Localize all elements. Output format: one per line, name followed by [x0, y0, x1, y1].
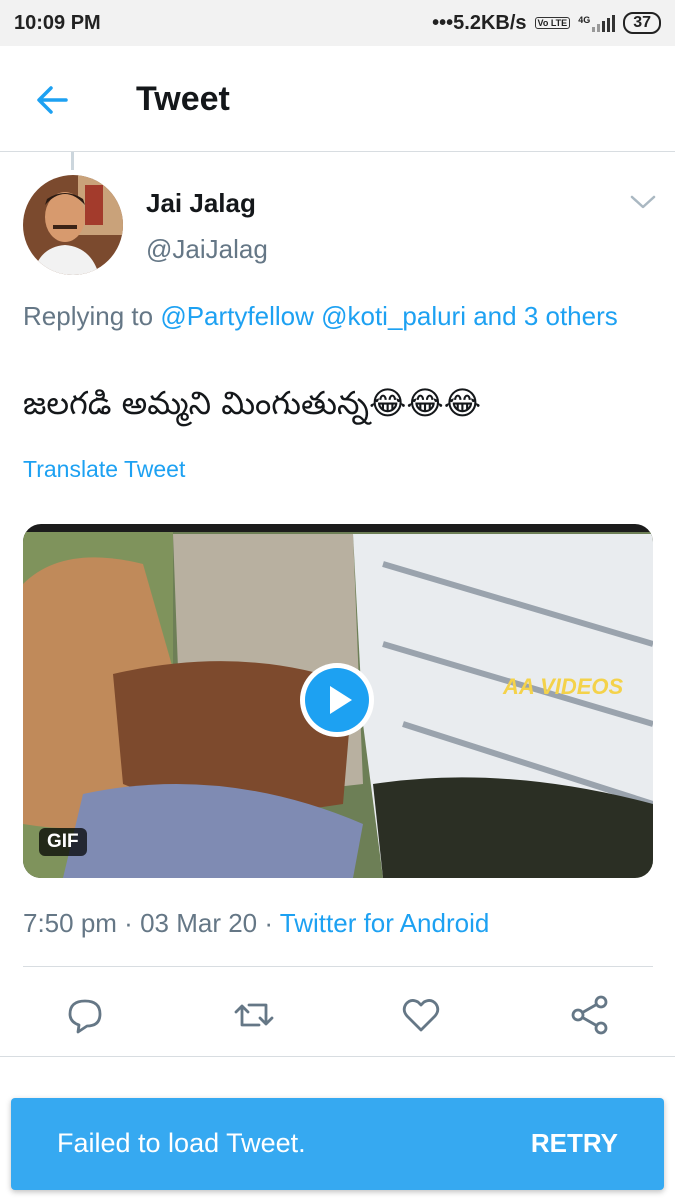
avatar-image: [23, 175, 123, 275]
tweet-time: 7:50 pm: [23, 908, 117, 938]
arrow-left-icon: [37, 86, 68, 114]
tweet-text: జలగడి అమ్మని మింగుతున్న😂😂😂: [23, 384, 482, 422]
network-speed: •••5.2KB/s: [432, 11, 527, 34]
divider: [23, 966, 653, 967]
thread-connector: [71, 152, 74, 170]
replying-mentions[interactable]: @Partyfellow @koti_paluri and 3 others: [160, 301, 617, 331]
status-time: 10:09 PM: [14, 11, 101, 34]
translate-tweet-link[interactable]: Translate Tweet: [23, 456, 185, 483]
meta-separator: ·: [116, 908, 141, 938]
status-bar: 10:09 PM •••5.2KB/s Vo LTE 4G 37: [0, 0, 675, 46]
play-icon: [305, 668, 369, 732]
error-toast: Failed to load Tweet. RETRY: [11, 1098, 664, 1190]
tweet-date: 03 Mar 20: [140, 908, 258, 938]
play-button[interactable]: [300, 663, 374, 737]
share-button[interactable]: [567, 992, 613, 1038]
retry-button[interactable]: RETRY: [531, 1128, 618, 1159]
like-icon: [402, 999, 440, 1032]
divider: [0, 1056, 675, 1057]
battery-icon: 37: [623, 12, 661, 34]
like-button[interactable]: [398, 992, 444, 1038]
back-button[interactable]: [30, 78, 74, 122]
signal-icon: 4G: [578, 14, 616, 32]
author-handle[interactable]: @JaiJalag: [146, 234, 268, 265]
signal-label: 4G: [578, 14, 591, 25]
avatar[interactable]: [23, 175, 123, 275]
reply-button[interactable]: [62, 992, 108, 1038]
replying-to: Replying to @Partyfellow @koti_paluri an…: [23, 298, 623, 334]
reply-icon: [68, 999, 102, 1034]
video-watermark: AA VIDEOS: [503, 674, 624, 699]
gif-media[interactable]: AA VIDEOS GIF: [23, 524, 653, 878]
tweet-source[interactable]: Twitter for Android: [280, 908, 490, 938]
retweet-button[interactable]: [231, 992, 277, 1038]
meta-separator: ·: [257, 908, 280, 938]
replying-prefix: Replying to: [23, 301, 161, 331]
app-bar: Tweet: [0, 46, 675, 152]
author-name[interactable]: Jai Jalag: [146, 188, 256, 219]
page-title: Tweet: [136, 80, 230, 118]
chevron-down-icon[interactable]: [628, 192, 658, 212]
tweet-actions: [0, 980, 675, 1050]
retweet-icon: [234, 1003, 274, 1027]
volte-icon: Vo LTE: [534, 17, 571, 29]
gif-badge: GIF: [39, 828, 87, 856]
tweet-meta: 7:50 pm · 03 Mar 20 · Twitter for Androi…: [23, 908, 489, 939]
share-icon: [571, 995, 608, 1035]
status-indicators: •••5.2KB/s Vo LTE 4G 37: [432, 12, 661, 35]
toast-message: Failed to load Tweet.: [57, 1128, 306, 1158]
